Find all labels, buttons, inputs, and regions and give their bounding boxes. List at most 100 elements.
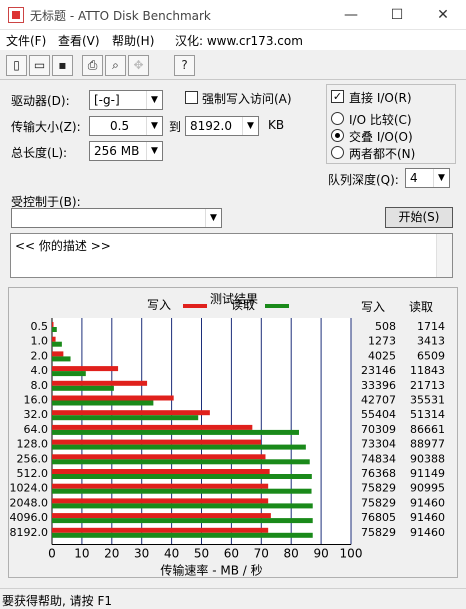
read-value: 11843 (410, 364, 445, 377)
x-tick-label: 50 (194, 546, 209, 560)
chevron-down-icon[interactable]: ▼ (146, 117, 162, 135)
category-label: 1024.0 (10, 482, 49, 495)
total-length-select[interactable]: 256 MB ▼ (89, 141, 163, 161)
write-value: 70309 (361, 423, 396, 436)
menu-help[interactable]: 帮助(H) (112, 32, 154, 49)
maximize-button[interactable]: ☐ (374, 0, 420, 30)
print-icon[interactable]: ⎙ (82, 55, 103, 76)
chevron-down-icon[interactable]: ▼ (433, 169, 449, 187)
read-bar (52, 488, 312, 494)
print-preview-icon[interactable]: ⌕ (105, 55, 126, 76)
description-text: << 你的描述 >> (15, 239, 111, 253)
category-label: 2048.0 (10, 496, 49, 509)
kb-label: KB (268, 118, 285, 132)
read-bar (52, 356, 71, 362)
controlled-by-select[interactable]: ▼ (11, 208, 222, 228)
drive-value: [-g-] (94, 93, 120, 107)
move-icon[interactable]: ✥ (128, 55, 149, 76)
save-disk-icon[interactable]: ▪ (52, 55, 73, 76)
write-bar (52, 410, 210, 416)
x-tick-label: 70 (254, 546, 269, 560)
write-bar (52, 424, 253, 430)
menu-file[interactable]: 文件(F) (6, 32, 46, 49)
chevron-down-icon[interactable]: ▼ (205, 209, 221, 227)
menu-bar: 文件(F) 查看(V) 帮助(H) 汉化: www.cr173.com (0, 30, 466, 50)
io-compare-radio[interactable] (331, 112, 344, 125)
write-value: 73304 (361, 438, 396, 451)
direct-io-checkbox[interactable]: ✓ (331, 90, 344, 103)
open-folder-icon[interactable]: ▭ (29, 55, 50, 76)
total-length-label: 总长度(L): (11, 146, 68, 160)
write-bar (52, 322, 54, 327)
read-bar (52, 532, 313, 538)
x-tick-label: 40 (164, 546, 179, 560)
queue-depth-label: 队列深度(Q): (328, 173, 399, 187)
overlapped-io-radio[interactable] (331, 129, 344, 142)
transfer-from-select[interactable]: 0.5 ▼ (89, 116, 163, 136)
x-tick-label: 90 (313, 546, 328, 560)
legend-read-swatch (265, 304, 289, 308)
read-value: 90995 (410, 482, 445, 495)
start-button[interactable]: 开始(S) (385, 207, 453, 228)
category-label: 4096.0 (10, 511, 49, 524)
read-value: 91460 (410, 511, 445, 524)
force-write-checkbox[interactable] (185, 91, 198, 104)
x-tick-label: 60 (224, 546, 239, 560)
read-value: 91460 (410, 496, 445, 509)
write-value: 75829 (361, 526, 396, 539)
description-textarea[interactable]: << 你的描述 >> (10, 233, 453, 278)
chevron-down-icon[interactable]: ▼ (146, 142, 162, 160)
category-label: 1.0 (31, 335, 49, 348)
force-write-label[interactable]: 强制写入访问(A) (202, 90, 292, 107)
io-compare-label[interactable]: I/O 比较(C) (349, 111, 412, 128)
write-value: 75829 (361, 496, 396, 509)
read-value: 1714 (417, 320, 445, 333)
read-bar (52, 341, 62, 347)
menu-view[interactable]: 查看(V) (58, 32, 100, 49)
title-bar[interactable]: 无标题 - ATTO Disk Benchmark — ☐ ✕ (0, 0, 466, 30)
read-bar (52, 518, 313, 524)
drive-select[interactable]: [-g-] ▼ (89, 90, 163, 110)
chevron-down-icon[interactable]: ▼ (146, 91, 162, 109)
category-label: 64.0 (24, 423, 49, 436)
write-value: 74834 (361, 452, 396, 465)
transfer-size-label: 传输大小(Z): (11, 120, 81, 134)
read-bar (52, 385, 114, 391)
write-value: 42707 (361, 394, 396, 407)
drive-label: 驱动器(D): (11, 94, 70, 108)
minimize-button[interactable]: — (328, 0, 374, 30)
queue-depth-select[interactable]: 4 ▼ (405, 168, 450, 188)
transfer-to-select[interactable]: 8192.0 ▼ (185, 116, 259, 136)
transfer-from-value: 0.5 (110, 119, 130, 133)
direct-io-label[interactable]: 直接 I/O(R) (349, 89, 412, 106)
write-value: 1273 (368, 335, 396, 348)
status-text: 要获得帮助, 请按 F1 (2, 594, 112, 608)
neither-radio[interactable] (331, 146, 344, 159)
total-length-value: 256 MB (94, 144, 140, 158)
queue-depth-value: 4 (410, 171, 418, 185)
write-bar (52, 439, 262, 445)
read-bar (52, 400, 154, 406)
write-bar (52, 366, 119, 372)
read-value: 90388 (410, 452, 445, 465)
chevron-down-icon[interactable]: ▼ (242, 117, 258, 135)
write-bar (52, 351, 64, 357)
close-button[interactable]: ✕ (420, 0, 466, 30)
write-value: 33396 (361, 379, 396, 392)
context-help-icon[interactable]: ? (174, 55, 195, 76)
x-tick-label: 80 (284, 546, 299, 560)
column-header-read: 读取 (409, 300, 433, 314)
menu-localization[interactable]: 汉化: www.cr173.com (175, 32, 303, 49)
read-value: 91149 (410, 467, 445, 480)
category-label: 512.0 (17, 467, 49, 480)
neither-label[interactable]: 两者都不(N) (349, 145, 415, 162)
description-scrollbar[interactable] (436, 234, 452, 277)
read-value: 6509 (417, 349, 445, 362)
app-icon (8, 7, 24, 23)
category-label: 4.0 (31, 364, 49, 377)
write-bar (52, 498, 269, 504)
category-label: 128.0 (17, 438, 49, 451)
new-document-icon[interactable]: ▯ (6, 55, 27, 76)
legend-read-label: 读取 (231, 298, 255, 312)
overlapped-io-label[interactable]: 交叠 I/O(O) (349, 128, 413, 145)
